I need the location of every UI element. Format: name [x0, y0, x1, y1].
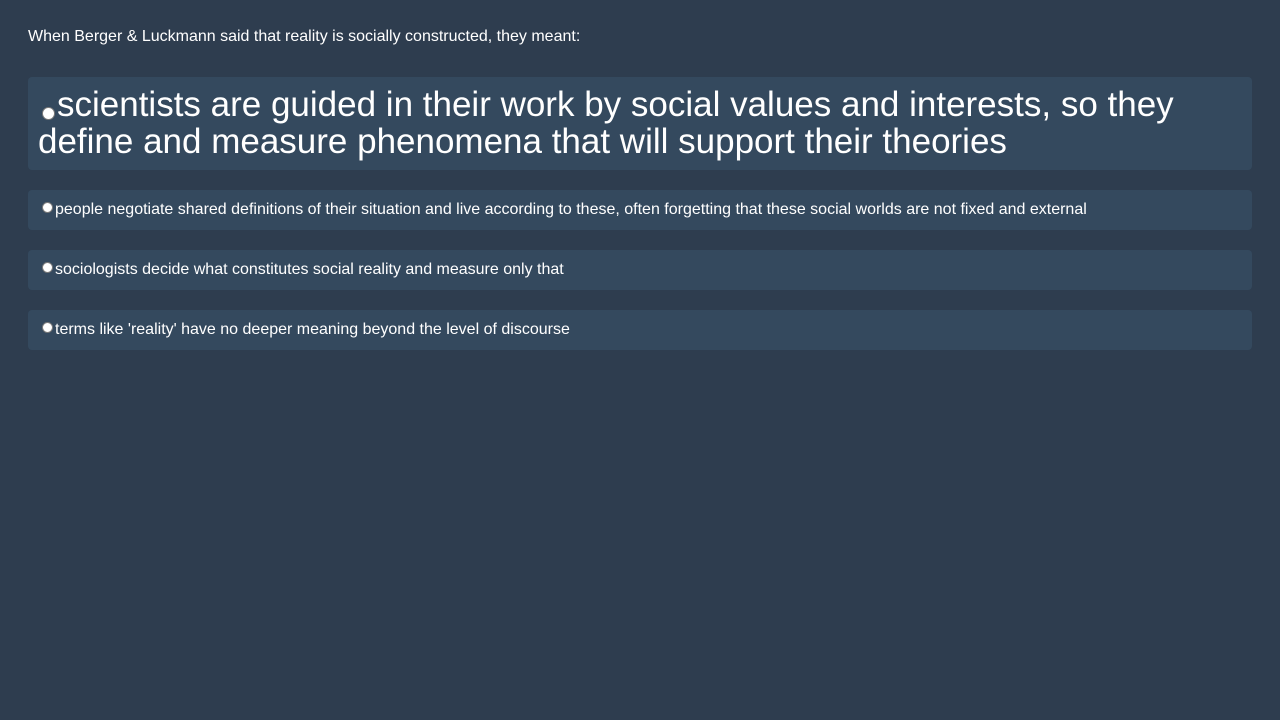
answer-option-label-3: sociologists decide what constitutes soc… [55, 261, 564, 278]
answer-option-1[interactable]: scientists are guided in their work by s… [28, 77, 1252, 170]
radio-button-1[interactable] [42, 107, 55, 120]
quiz-container: When Berger & Luckmann said that reality… [0, 0, 1280, 370]
answer-option-label-1: scientists are guided in their work by s… [38, 85, 1174, 161]
answer-option-3[interactable]: sociologists decide what constitutes soc… [28, 250, 1252, 290]
radio-button-4[interactable] [42, 322, 53, 333]
answer-options: scientists are guided in their work by s… [28, 77, 1252, 370]
answer-option-4[interactable]: terms like 'reality' have no deeper mean… [28, 310, 1252, 350]
radio-button-3[interactable] [42, 262, 53, 273]
radio-button-2[interactable] [42, 202, 53, 213]
answer-option-label-2: people negotiate shared definitions of t… [55, 201, 1087, 218]
question-text: When Berger & Luckmann said that reality… [28, 28, 581, 45]
answer-option-2[interactable]: people negotiate shared definitions of t… [28, 190, 1252, 230]
answer-option-label-4: terms like 'reality' have no deeper mean… [55, 321, 570, 338]
